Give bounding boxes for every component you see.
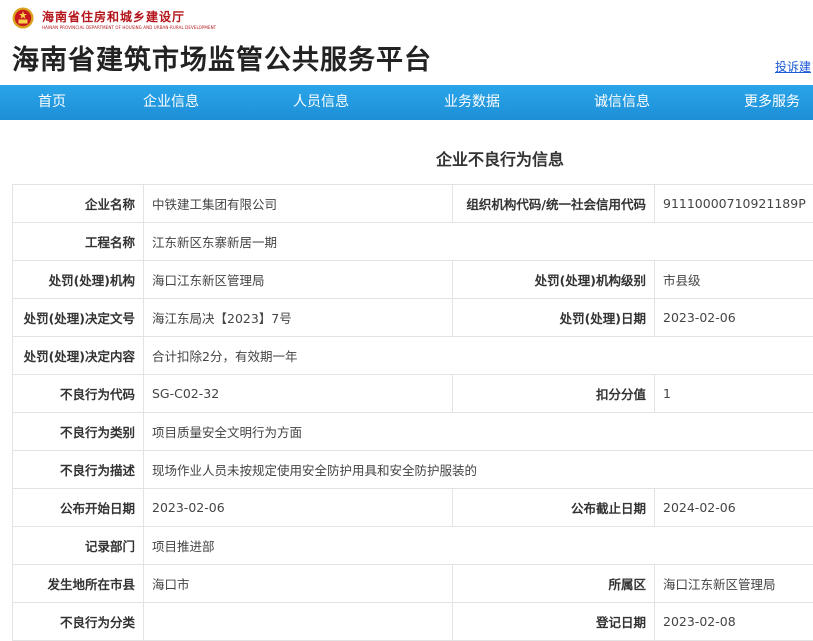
bad-behavior-detail-table: 企业名称 中铁建工集团有限公司 组织机构代码/统一社会信用代码 91110000…: [12, 184, 813, 641]
record-dept-label: 记录部门: [13, 527, 144, 565]
authority-value: 海口江东新区管理局: [144, 261, 453, 299]
behavior-desc-value: 现场作业人员未按规定使用安全防护用具和安全防护服装的: [144, 451, 813, 489]
register-date-label: 登记日期: [453, 603, 655, 641]
table-row: 不良行为代码 SG-C02-32 扣分分值 1: [13, 375, 813, 413]
publish-end-label: 公布截止日期: [453, 489, 655, 527]
table-row: 不良行为类别 项目质量安全文明行为方面: [13, 413, 813, 451]
table-row: 处罚(处理)决定内容 合计扣除2分，有效期一年: [13, 337, 813, 375]
nav-personnel[interactable]: 人员信息: [293, 85, 349, 120]
authority-level-label: 处罚(处理)机构级别: [453, 261, 655, 299]
behavior-class-value: [144, 603, 453, 641]
org-code-label: 组织机构代码/统一社会信用代码: [453, 185, 655, 223]
nav-more-services[interactable]: 更多服务: [744, 85, 800, 120]
complaint-link[interactable]: 投诉建: [775, 58, 811, 75]
publish-end-value: 2024-02-06: [655, 489, 813, 527]
publish-start-label: 公布开始日期: [13, 489, 144, 527]
authority-level-value: 市县级: [655, 261, 813, 299]
behavior-code-label: 不良行为代码: [13, 375, 144, 413]
national-emblem-icon: [12, 7, 34, 29]
org-code-value: 91110000710921189P: [655, 185, 813, 223]
points-label: 扣分分值: [453, 375, 655, 413]
behavior-desc-label: 不良行为描述: [13, 451, 144, 489]
page-title: 企业不良行为信息: [0, 146, 813, 170]
city-value: 海口市: [144, 565, 453, 603]
behavior-class-label: 不良行为分类: [13, 603, 144, 641]
table-row: 公布开始日期 2023-02-06 公布截止日期 2024-02-06: [13, 489, 813, 527]
table-row: 发生地所在市县 海口市 所属区 海口江东新区管理局: [13, 565, 813, 603]
behavior-code-value: SG-C02-32: [144, 375, 453, 413]
record-dept-value: 项目推进部: [144, 527, 813, 565]
authority-label: 处罚(处理)机构: [13, 261, 144, 299]
table-row: 工程名称 江东新区东寨新居一期: [13, 223, 813, 261]
company-name-label: 企业名称: [13, 185, 144, 223]
main-nav: 首页 企业信息 人员信息 业务数据 诚信信息 更多服务: [0, 85, 813, 120]
points-value: 1: [655, 375, 813, 413]
table-row: 不良行为描述 现场作业人员未按规定使用安全防护用具和安全防护服装的: [13, 451, 813, 489]
nav-credit[interactable]: 诚信信息: [594, 85, 650, 120]
district-value: 海口江东新区管理局: [655, 565, 813, 603]
nav-enterprise[interactable]: 企业信息: [143, 85, 199, 120]
district-label: 所属区: [453, 565, 655, 603]
behavior-category-label: 不良行为类别: [13, 413, 144, 451]
site-title: 海南省建筑市场监管公共服务平台: [12, 38, 432, 77]
decision-no-value: 海江东局决【2023】7号: [144, 299, 453, 337]
table-row: 处罚(处理)决定文号 海江东局决【2023】7号 处罚(处理)日期 2023-0…: [13, 299, 813, 337]
decision-date-label: 处罚(处理)日期: [453, 299, 655, 337]
decision-no-label: 处罚(处理)决定文号: [13, 299, 144, 337]
decision-date-value: 2023-02-06: [655, 299, 813, 337]
publish-start-value: 2023-02-06: [144, 489, 453, 527]
nav-home[interactable]: 首页: [38, 85, 66, 120]
department-name: 海南省住房和城乡建设厅: [42, 8, 185, 25]
decision-content-value: 合计扣除2分，有效期一年: [144, 337, 813, 375]
city-label: 发生地所在市县: [13, 565, 144, 603]
project-name-value: 江东新区东寨新居一期: [144, 223, 813, 261]
site-header: 海南省住房和城乡建设厅 HAINAN PROVINCIAL DEPARTMENT…: [0, 0, 813, 85]
table-row: 企业名称 中铁建工集团有限公司 组织机构代码/统一社会信用代码 91110000…: [13, 185, 813, 223]
department-name-english: HAINAN PROVINCIAL DEPARTMENT OF HOUSING …: [42, 25, 216, 30]
decision-content-label: 处罚(处理)决定内容: [13, 337, 144, 375]
nav-business-data[interactable]: 业务数据: [444, 85, 500, 120]
table-row: 不良行为分类 登记日期 2023-02-08: [13, 603, 813, 641]
behavior-category-value: 项目质量安全文明行为方面: [144, 413, 813, 451]
company-name-value: 中铁建工集团有限公司: [144, 185, 453, 223]
project-name-label: 工程名称: [13, 223, 144, 261]
table-row: 处罚(处理)机构 海口江东新区管理局 处罚(处理)机构级别 市县级: [13, 261, 813, 299]
register-date-value: 2023-02-08: [655, 603, 813, 641]
table-row: 记录部门 项目推进部: [13, 527, 813, 565]
